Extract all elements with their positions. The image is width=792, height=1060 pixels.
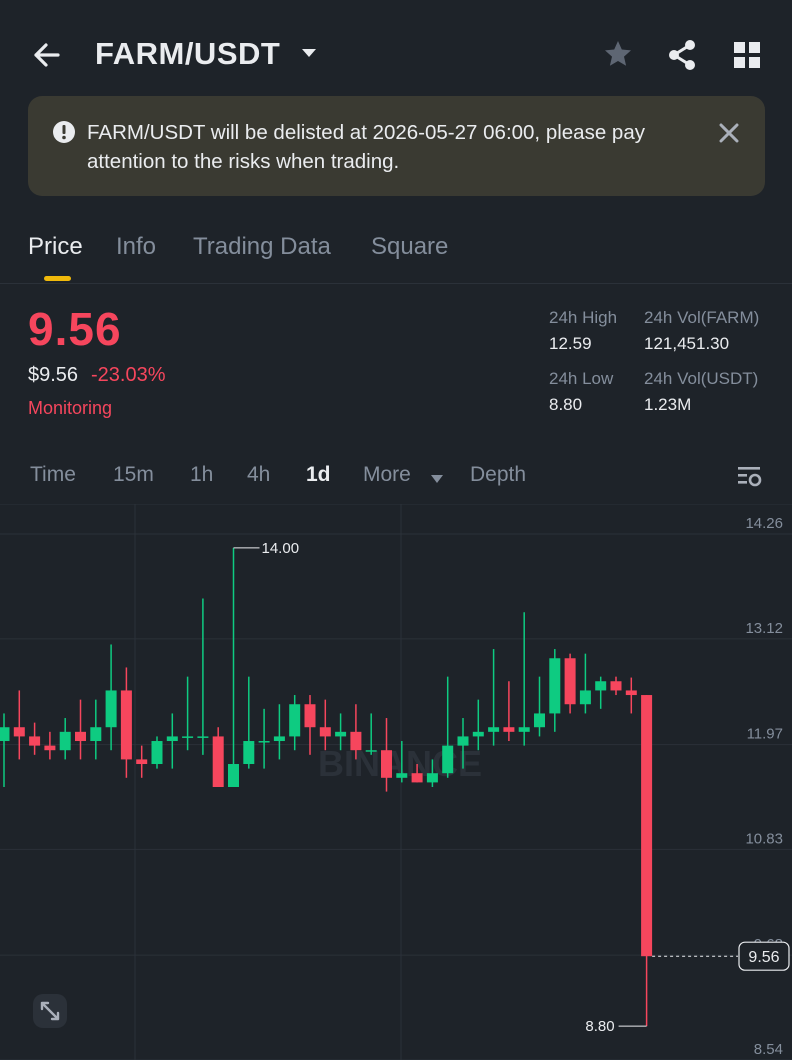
tf-1h[interactable]: 1h — [190, 463, 213, 487]
candle-body — [182, 736, 194, 738]
pair-title[interactable]: FARM/USDT — [95, 36, 280, 72]
tab-info[interactable]: Info — [116, 233, 156, 261]
candle-body — [120, 690, 132, 760]
y-tick-label: 10.83 — [745, 830, 783, 847]
candle-body — [166, 736, 178, 742]
candle-body — [273, 736, 285, 742]
candle-body — [243, 741, 255, 765]
usd-price: $9.56 — [28, 364, 79, 386]
candle-body — [319, 727, 331, 737]
candle-body — [212, 736, 224, 787]
tab-trading-data[interactable]: Trading Data — [193, 233, 331, 261]
max-price-label: 14.00 — [262, 540, 300, 557]
tf-4h[interactable]: 4h — [247, 463, 270, 487]
candle-body — [426, 773, 438, 783]
expand-icon[interactable] — [32, 993, 68, 1029]
chart-settings-icon[interactable] — [737, 464, 763, 490]
tf-1d[interactable]: 1d — [306, 463, 331, 487]
banner-message: FARM/USDT will be delisted at 2026-05-27… — [87, 121, 645, 173]
tab-price[interactable]: Price — [28, 233, 83, 261]
candle-body — [197, 736, 209, 738]
candle-body — [44, 745, 56, 751]
share-icon[interactable] — [666, 38, 698, 72]
active-tab-indicator — [44, 276, 71, 281]
candle-body — [442, 745, 454, 774]
star-icon[interactable] — [602, 38, 634, 70]
candle-body — [518, 727, 530, 732]
candle-body — [90, 727, 102, 742]
candlestick-chart[interactable]: BINANCE14.008.8014.2613.1211.9710.839.68… — [0, 504, 792, 1060]
divider — [0, 283, 792, 284]
candle-body — [151, 741, 163, 765]
candle-body — [59, 731, 71, 751]
last-price-badge-text: 9.56 — [748, 949, 779, 966]
candle-body — [350, 731, 362, 751]
candle-body — [396, 773, 408, 778]
candle-body — [289, 704, 301, 737]
grid-icon[interactable] — [734, 42, 760, 68]
y-tick-label: 8.54 — [754, 1041, 783, 1058]
y-tick-label: 13.12 — [745, 620, 783, 637]
high-label: 24h High — [549, 308, 618, 327]
candle-body — [365, 750, 377, 752]
close-icon[interactable] — [716, 120, 742, 146]
vol-quote-label: 24h Vol(USDT) — [644, 369, 759, 388]
min-price-label: 8.80 — [585, 1018, 614, 1035]
candle-body — [625, 690, 637, 696]
candle-body — [503, 727, 515, 732]
monitoring-tag[interactable]: Monitoring — [28, 398, 112, 419]
low-value: 8.80 — [549, 395, 583, 414]
watermark: BINANCE — [318, 743, 482, 784]
y-tick-label: 11.97 — [747, 726, 783, 743]
candle-body — [13, 727, 25, 737]
vol-quote-value: 1.23M — [644, 395, 692, 414]
candle-body — [549, 658, 561, 714]
tf-15m[interactable]: 15m — [113, 463, 154, 487]
candle-body — [488, 727, 500, 732]
back-arrow-icon[interactable] — [28, 36, 68, 76]
price-change-percent: -23.03% — [91, 364, 166, 386]
candle-body — [610, 681, 622, 691]
candle-body — [641, 695, 653, 957]
candle-body — [534, 713, 545, 728]
tab-square[interactable]: Square — [371, 233, 448, 261]
candle-body — [136, 759, 148, 765]
candle-body — [304, 704, 316, 728]
chevron-down-icon[interactable] — [430, 471, 444, 483]
candle-body — [595, 681, 607, 691]
high-value: 12.59 — [549, 334, 592, 353]
y-tick-label: 14.26 — [745, 515, 783, 532]
low-label: 24h Low — [549, 369, 614, 388]
candle-body — [564, 658, 576, 705]
candle-body — [258, 741, 270, 743]
vol-base-label: 24h Vol(FARM) — [644, 308, 760, 327]
chevron-down-icon[interactable] — [300, 46, 318, 60]
tf-more[interactable]: More — [363, 463, 411, 487]
exclamation-circle-icon — [52, 120, 76, 144]
candle-body — [29, 736, 41, 746]
candle-body — [579, 690, 591, 705]
candle-body — [75, 731, 86, 742]
candle-body — [228, 764, 239, 787]
vol-base-value: 121,451.30 — [644, 334, 730, 353]
last-price: 9.56 — [28, 303, 122, 355]
tf-depth[interactable]: Depth — [470, 463, 526, 487]
tf-time[interactable]: Time — [30, 463, 76, 487]
candle-body — [335, 731, 347, 737]
candle-body — [0, 727, 10, 742]
candle-body — [381, 750, 392, 778]
candle-body — [472, 731, 484, 737]
candle-body — [457, 736, 469, 746]
candle-body — [411, 773, 423, 783]
candle-body — [105, 690, 117, 728]
